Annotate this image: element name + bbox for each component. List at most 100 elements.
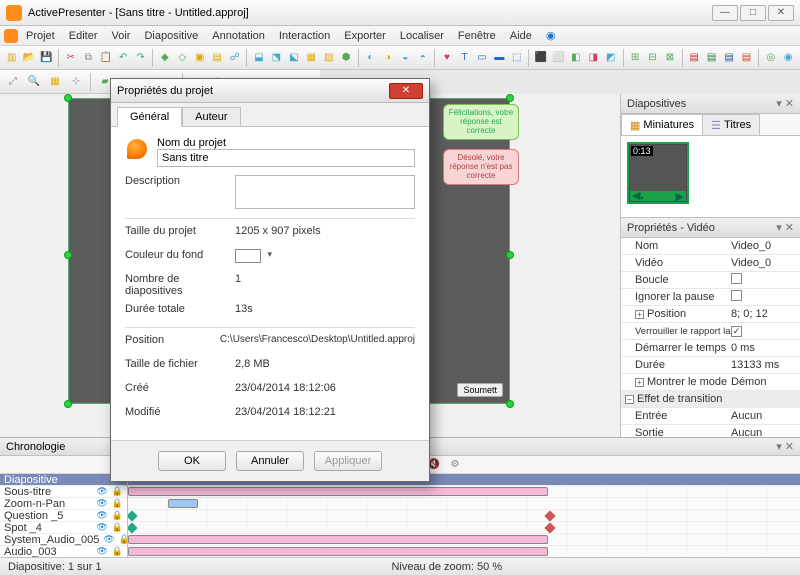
menu-help-icon[interactable]: ◉ [540,27,562,44]
maximize-button[interactable]: □ [740,5,766,21]
snap-icon[interactable]: ⊹ [67,73,85,91]
tl-tool-icon[interactable]: ⚙ [446,456,464,474]
menu-interaction[interactable]: Interaction [273,28,336,44]
properties-panel-header: Propriétés - Vidéo ▾ ✕ [621,218,800,238]
clip-system-audio[interactable] [128,535,548,544]
label-modifie: Modifié [125,406,235,418]
dialog-close-button[interactable]: ✕ [389,83,423,99]
tool-icon[interactable]: ◑ [380,49,395,67]
keyframe[interactable] [128,522,138,533]
project-name-input[interactable] [157,149,415,167]
tool-icon[interactable]: ◐ [363,49,378,67]
panel-menu-icon[interactable]: ▾ ✕ [776,97,794,110]
tool-icon[interactable]: ◇ [175,49,190,67]
tool-icon[interactable]: ◨ [586,49,601,67]
zoom-fit-icon[interactable]: ⤢ [4,73,22,91]
apply-button[interactable]: Appliquer [314,451,382,471]
cut-icon[interactable]: ✂ [63,49,78,67]
track-zoom-n-pan[interactable]: Zoom-n-Pan👁🔒 [0,498,127,510]
menu-localiser[interactable]: Localiser [394,28,450,44]
tool-icon[interactable]: ◓ [415,49,430,67]
clip-audio[interactable] [128,547,548,556]
word-icon[interactable]: ▤ [721,49,736,67]
undo-icon[interactable]: ↶ [115,49,130,67]
keyframe[interactable] [544,510,555,521]
tab-miniatures[interactable]: ▦Miniatures [621,114,703,135]
tool-icon[interactable]: ◧ [568,49,583,67]
save-icon[interactable]: 💾 [39,49,54,67]
tab-titres[interactable]: ☰Titres [702,114,760,135]
tool-icon[interactable]: ⬚ [509,49,524,67]
tool-icon[interactable]: ⬛ [533,49,548,67]
slide-thumbnail-1[interactable]: 0:13 ◀𝅘▶ [627,142,689,204]
zoom-icon[interactable]: 🔍 [25,73,43,91]
clip-zoom[interactable] [168,499,198,508]
panel-menu-icon[interactable]: ▾ ✕ [776,440,794,453]
tool-icon[interactable]: ⬕ [286,49,301,67]
value-modifie: 23/04/2014 18:12:21 [235,406,415,418]
track-audio[interactable]: Audio_003👁🔒 [0,546,127,557]
heart-icon[interactable]: ♥ [439,49,454,67]
menu-voir[interactable]: Voir [106,28,137,44]
tool-icon[interactable]: ◒ [398,49,413,67]
menu-fenetre[interactable]: Fenêtre [452,28,502,44]
new-icon[interactable]: ▥ [4,49,19,67]
tool-icon[interactable]: ⬓ [251,49,266,67]
tool-icon[interactable]: ▦ [304,49,319,67]
paste-icon[interactable]: 📋 [98,49,113,67]
tool-icon[interactable]: ◉ [781,49,796,67]
tool-icon[interactable]: ◩ [603,49,618,67]
keyframe[interactable] [128,510,138,521]
menu-annotation[interactable]: Annotation [206,28,271,44]
clip-sous-titre[interactable] [128,487,548,496]
track-question[interactable]: Question _5👁🔒 [0,510,127,522]
track-diapositive[interactable]: Diapositive [0,474,127,486]
menu-diapositive[interactable]: Diapositive [138,28,204,44]
menu-editer[interactable]: Editer [63,28,104,44]
feedback-incorrect[interactable]: Désolé, votre réponse n'est pas correcte [443,149,519,185]
menu-exporter[interactable]: Exporter [338,28,392,44]
ok-button[interactable]: OK [158,451,226,471]
open-icon[interactable]: 📂 [21,49,36,67]
text-icon[interactable]: T [457,49,472,67]
menu-aide[interactable]: Aide [504,28,538,44]
tool-icon[interactable]: ▭ [474,49,489,67]
dialog-tab-auteur[interactable]: Auteur [182,107,240,127]
tool-icon[interactable]: ⬔ [269,49,284,67]
pdf-icon[interactable]: ▤ [687,49,702,67]
prop-duree: Durée13133 ms [621,357,800,374]
grid-icon[interactable]: ▦ [46,73,64,91]
close-button[interactable]: ✕ [768,5,794,21]
track-spot[interactable]: Spot _4👁🔒 [0,522,127,534]
tool-icon[interactable]: ⊟ [645,49,660,67]
copy-icon[interactable]: ⧉ [81,49,96,67]
minimize-button[interactable]: — [712,5,738,21]
tool-icon[interactable]: ⊞ [627,49,642,67]
menu-projet[interactable]: Projet [20,28,61,44]
label-nb-diapositives: Nombre de diapositives [125,273,235,297]
excel-icon[interactable]: ▤ [704,49,719,67]
tool-icon[interactable]: ☍ [227,49,242,67]
description-textarea[interactable] [235,175,415,209]
keyframe[interactable] [544,522,555,533]
tool-icon[interactable]: ◎ [763,49,778,67]
ppt-icon[interactable]: ▤ [739,49,754,67]
panel-menu-icon[interactable]: ▾ ✕ [776,221,794,234]
tool-icon[interactable]: ▬ [492,49,507,67]
cancel-button[interactable]: Annuler [236,451,304,471]
submit-button-element[interactable]: Soumett [457,383,503,397]
track-sous-titre[interactable]: Sous-titre👁🔒 [0,486,127,498]
redo-icon[interactable]: ↷ [133,49,148,67]
tool-icon[interactable]: ⊠ [662,49,677,67]
bgcolor-picker[interactable] [235,249,261,263]
timeline-lanes[interactable] [128,474,800,557]
tool-icon[interactable]: ▤ [210,49,225,67]
tool-icon[interactable]: ⬢ [338,49,353,67]
tool-icon[interactable]: ▣ [192,49,207,67]
tool-icon[interactable]: ⬜ [551,49,566,67]
tool-icon[interactable]: ▧ [321,49,336,67]
dialog-tab-general[interactable]: Général [117,107,182,127]
tool-icon[interactable]: ◆ [157,49,172,67]
feedback-correct[interactable]: Félicitations, votre réponse est correct… [443,104,519,140]
track-system-audio[interactable]: System_Audio_005👁🔒 [0,534,127,546]
